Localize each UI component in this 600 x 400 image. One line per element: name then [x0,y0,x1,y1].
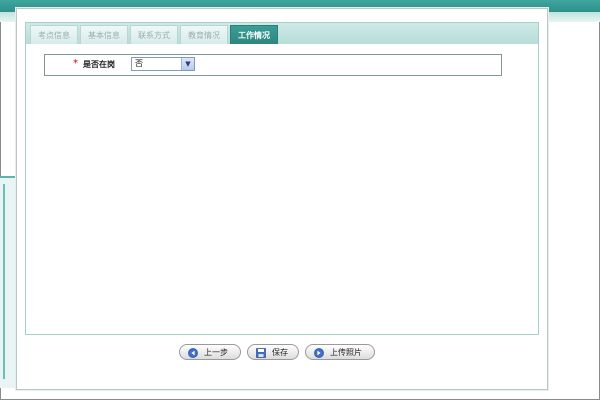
upload-photo-label: 上传照片 [330,348,362,357]
on-duty-selected-value: 否 [135,59,143,68]
tab-content-panel: * 是否在岗 否 ▼ [25,44,539,335]
tab-education[interactable]: 教育情况 [180,25,228,44]
prev-step-button[interactable]: 上一步 [179,344,241,360]
save-label: 保存 [272,348,288,357]
tab-work-status[interactable]: 工作情况 [230,25,278,44]
tab-contact-info[interactable]: 联系方式 [130,25,178,44]
required-marker: * [73,58,78,69]
tab-exam-site-info[interactable]: 考点信息 [30,25,78,44]
chevron-down-icon[interactable]: ▼ [181,58,194,70]
tab-basic-info[interactable]: 基本信息 [80,25,128,44]
arrow-right-circle-icon [314,348,324,358]
on-duty-label: 是否在岗 [83,60,115,69]
on-duty-select[interactable]: 否 ▼ [131,57,195,71]
background-left-rule [3,184,5,379]
arrow-left-circle-icon [188,348,198,358]
save-button[interactable]: 保存 [247,344,299,360]
prev-step-label: 上一步 [204,348,228,357]
on-duty-row: * 是否在岗 否 ▼ [44,54,502,76]
registration-dialog: 考点信息 基本信息 联系方式 教育情况 工作情况 * 是否在岗 否 ▼ 上一步 … [16,8,548,390]
tab-bar: 考点信息 基本信息 联系方式 教育情况 工作情况 [25,22,539,46]
upload-photo-button[interactable]: 上传照片 [305,344,375,360]
floppy-disk-icon [256,348,266,358]
